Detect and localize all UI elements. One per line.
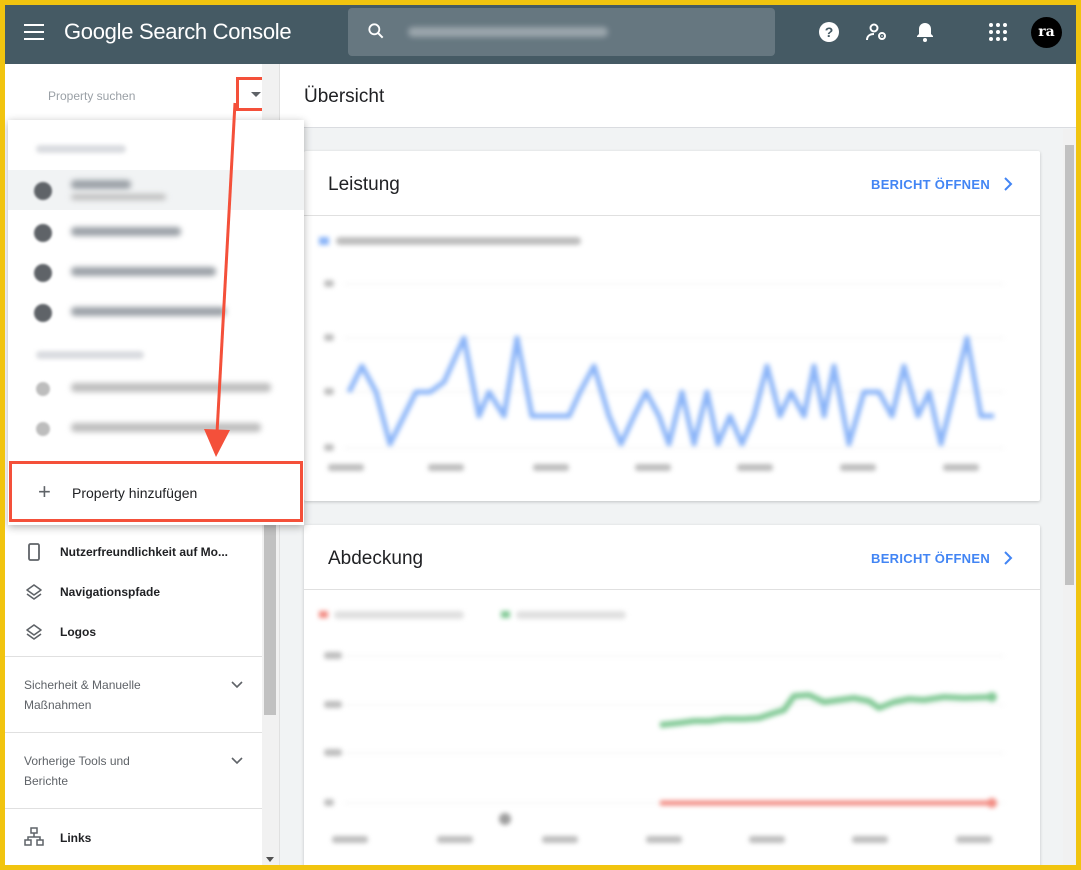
- add-property-button[interactable]: + Property hinzufügen: [9, 461, 303, 522]
- legend-text-blurred: [516, 611, 626, 619]
- sidebar-item-label: Logos: [60, 625, 96, 639]
- axis-labels-blurred: [324, 280, 979, 471]
- avatar[interactable]: ra: [1031, 17, 1062, 48]
- sidebar-item-label: Links: [60, 831, 92, 845]
- page-header: Übersicht: [280, 64, 1076, 128]
- coverage-card: Abdeckung BERICHT ÖFFNEN: [304, 525, 1040, 865]
- add-property-label: Property hinzufügen: [72, 485, 198, 501]
- sidebar-item-mobile-usability[interactable]: Nutzerfreundlichkeit auf Mo...: [5, 533, 262, 573]
- performance-chart: [319, 237, 1004, 471]
- scroll-down-arrow[interactable]: [266, 857, 274, 862]
- page-title: Übersicht: [304, 86, 385, 107]
- sidebar-group-label: Berichte: [24, 774, 69, 788]
- sidebar-group-label: Maßnahmen: [24, 698, 92, 712]
- property-option[interactable]: [8, 292, 304, 332]
- legend-text-blurred: [334, 611, 464, 619]
- search-input[interactable]: [404, 8, 764, 56]
- property-url-blurred: [71, 383, 271, 392]
- chevron-right-icon[interactable]: [1001, 176, 1015, 192]
- sidebar-item-breadcrumbs[interactable]: Navigationspfade: [5, 573, 262, 613]
- globe-icon: [36, 382, 50, 396]
- section-header-blurred: [36, 351, 144, 359]
- card-title: Leistung: [328, 174, 400, 195]
- search-icon: [368, 23, 384, 39]
- errors-endpoint: [987, 798, 997, 808]
- property-search-label[interactable]: Property suchen: [48, 89, 135, 103]
- clicks-line: [346, 335, 994, 447]
- layers-icon: [26, 624, 42, 640]
- coverage-chart: [319, 611, 1004, 843]
- screenshot-frame: Google Search Console ? ra Property such…: [5, 5, 1076, 865]
- legend-swatch-valid: [501, 611, 510, 618]
- svg-text:?: ?: [825, 24, 834, 40]
- sidebar-group-security[interactable]: Sicherheit & Manuelle Maßnahmen: [5, 656, 262, 732]
- axis-labels-blurred: [324, 652, 992, 843]
- dropdown-arrow-icon: [251, 92, 261, 97]
- search-box[interactable]: [348, 8, 775, 56]
- manage-users-icon[interactable]: [865, 20, 889, 44]
- globe-icon: [36, 422, 50, 436]
- valid-pages-endpoint: [987, 692, 997, 702]
- help-icon[interactable]: ?: [817, 20, 841, 44]
- property-option[interactable]: [8, 368, 304, 408]
- property-url-blurred: [71, 267, 216, 276]
- sidebar-item-label: Nutzerfreundlichkeit auf Mo...: [60, 545, 229, 559]
- chevron-down-icon: [231, 757, 243, 765]
- top-app-bar: Google Search Console ? ra: [5, 5, 1076, 64]
- property-option[interactable]: [8, 170, 304, 210]
- sidebar-item-label: Navigationspfade: [60, 585, 161, 599]
- section-header-blurred: [36, 145, 126, 153]
- property-url-blurred: [71, 180, 131, 189]
- property-url-blurred: [71, 423, 261, 432]
- chart-gridlines: [344, 655, 1004, 804]
- property-option[interactable]: [8, 408, 304, 448]
- sitemap-icon: [24, 827, 44, 846]
- property-type-blurred: [71, 194, 166, 200]
- property-url-blurred: [71, 227, 181, 236]
- menu-icon[interactable]: [24, 24, 46, 42]
- chevron-down-icon: [231, 681, 243, 689]
- app-logo[interactable]: Google Search Console: [64, 19, 292, 45]
- sidebar-group-label: Sicherheit & Manuelle: [24, 678, 141, 692]
- sidebar-group-label: Vorherige Tools und: [24, 754, 130, 768]
- property-option[interactable]: [8, 252, 304, 292]
- main-scrollbar[interactable]: [1063, 129, 1076, 865]
- main-scrollbar-thumb[interactable]: [1065, 145, 1074, 585]
- globe-icon: [34, 182, 52, 200]
- globe-icon: [34, 224, 52, 242]
- chevron-right-icon[interactable]: [1001, 550, 1015, 566]
- plus-icon: +: [38, 479, 51, 504]
- sidebar-group-legacy-tools[interactable]: Vorherige Tools und Berichte: [5, 732, 262, 808]
- sidebar-item-logos[interactable]: Logos: [5, 613, 262, 653]
- property-url-blurred: [71, 307, 226, 316]
- notifications-icon[interactable]: [913, 20, 937, 44]
- property-option[interactable]: [8, 212, 304, 252]
- valid-pages-line: [659, 692, 993, 728]
- apps-grid-icon[interactable]: [986, 20, 1010, 44]
- legend-text-blurred: [336, 237, 581, 245]
- smartphone-icon: [28, 543, 40, 561]
- timeline-annotation-marker: [499, 813, 511, 825]
- layers-icon: [26, 584, 42, 600]
- legend-swatch-errors: [319, 611, 328, 618]
- sidebar-item-links[interactable]: Links: [5, 808, 262, 865]
- globe-icon: [34, 264, 52, 282]
- legend-swatch: [319, 237, 329, 245]
- open-report-link[interactable]: BERICHT ÖFFNEN: [871, 177, 990, 192]
- card-title: Abdeckung: [328, 548, 424, 569]
- performance-card: Leistung BERICHT ÖFFNEN: [304, 151, 1040, 501]
- globe-icon: [34, 304, 52, 322]
- open-report-link[interactable]: BERICHT ÖFFNEN: [871, 551, 990, 566]
